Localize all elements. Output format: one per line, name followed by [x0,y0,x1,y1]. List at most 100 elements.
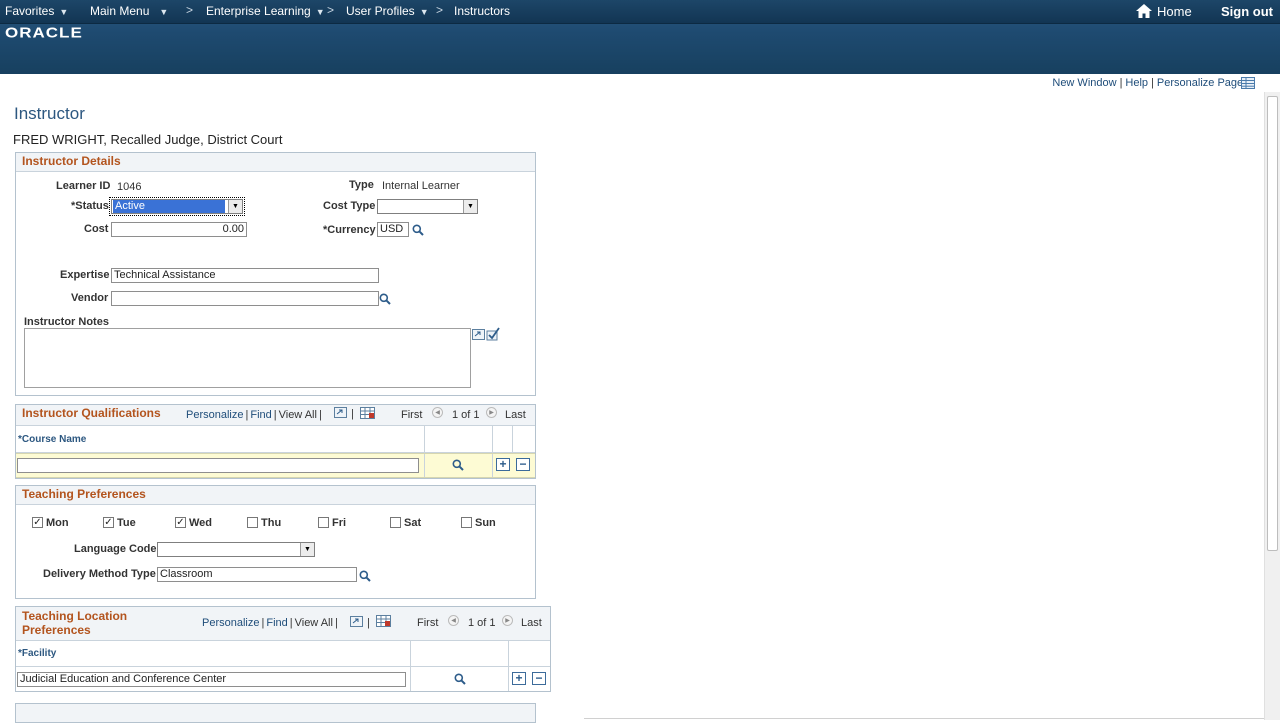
chevron-down-icon: ▼ [419,7,429,17]
last-link[interactable]: Last [505,409,526,421]
row-range: 1 of 1 [468,617,496,629]
chevron-down-icon: ▼ [159,7,169,17]
delivery-method-lookup-icon[interactable] [359,570,371,582]
wed-checkbox[interactable]: ✓ [175,517,186,528]
chevron-down-icon: ▼ [300,543,314,556]
instructor-name: FRED WRIGHT, Recalled Judge, District Co… [13,132,283,147]
breadcrumb-enterprise-learning[interactable]: Enterprise Learning ▼ [206,4,325,18]
divider [584,718,1264,719]
vendor-input[interactable] [111,291,379,306]
breadcrumb-user-profiles[interactable]: User Profiles ▼ [346,4,429,18]
personalize-page-link[interactable]: Personalize Page [1157,77,1243,89]
instructor-notes-textarea[interactable] [24,328,471,388]
find-link[interactable]: Find [250,409,271,421]
sat-label: Sat [404,517,422,529]
zoom-grid-icon[interactable] [334,407,347,418]
tue-label: Tue [117,517,136,529]
teaching-location-grid: Teaching Location Preferences Personalize… [15,606,551,692]
breadcrumb-separator: > [436,3,444,17]
tue-checkbox[interactable]: ✓ [103,517,114,528]
top-nav-bar: Favorites ▼ Main Menu ▼ > Enterprise Learn… [0,0,1280,24]
language-code-select[interactable]: ▼ [157,542,315,557]
language-code-selected-value [159,543,161,556]
currency-lookup-icon[interactable] [412,224,424,236]
table-row: Judicial Education and Conference Center… [16,667,550,691]
breadcrumb-instructors[interactable]: Instructors [454,4,510,18]
personalize-link[interactable]: Personalize [186,409,243,421]
grid-tools: Personalize | Find | View All | [202,617,338,629]
fri-checkbox[interactable] [318,517,329,528]
thu-checkbox[interactable] [247,517,258,528]
page-grid-icon[interactable] [1241,77,1255,89]
status-selected-value: Active [113,200,225,213]
learner-id-value: 1046 [117,181,142,193]
grid-column-header-row: *Course Name [16,426,535,453]
previous-row-icon[interactable]: ◀ [448,615,459,626]
favorites-menu[interactable]: Favorites ▼ [5,4,68,18]
vendor-lookup-icon[interactable] [379,293,391,305]
section-title: Instructor Details [22,154,121,168]
delete-row-button[interactable]: − [532,672,546,685]
spell-check-icon[interactable] [486,327,501,341]
help-link[interactable]: Help [1125,77,1148,89]
next-row-icon[interactable]: ▶ [502,615,513,626]
add-row-button[interactable]: + [512,672,526,685]
page-links: New Window|Help|Personalize Page| [1052,77,1249,89]
chevron-down-icon: ▼ [463,200,477,213]
next-row-icon[interactable]: ▶ [486,407,497,418]
breadcrumb-separator: > [186,3,194,17]
expertise-label: Expertise [60,269,110,281]
status-select[interactable]: Active ▼ [109,197,245,216]
sat-checkbox[interactable] [390,517,401,528]
app-header: Favorites ▼ Main Menu ▼ > Enterprise Learn… [0,0,1280,74]
download-to-excel-icon[interactable] [376,615,391,627]
download-to-excel-icon[interactable] [360,407,375,419]
first-link[interactable]: First [401,409,422,421]
first-link[interactable]: First [417,617,438,629]
row-range: 1 of 1 [452,409,480,421]
personalize-link[interactable]: Personalize [202,617,259,629]
delivery-method-input[interactable]: Classroom [157,567,357,582]
previous-row-icon[interactable]: ◀ [432,407,443,418]
section-header: Teaching Preferences [16,486,535,505]
oracle-logo: ORACLE [5,24,83,41]
chevron-down-icon: ▼ [59,7,69,17]
mon-checkbox[interactable]: ✓ [32,517,43,528]
currency-input[interactable]: USD [377,222,409,237]
home-link[interactable]: Home [1136,4,1192,19]
mon-label: Mon [46,517,69,529]
delivery-method-label: Delivery Method Type [43,568,156,580]
breadcrumb-separator: > [327,3,335,17]
cost-input[interactable]: 0.00 [111,222,247,237]
view-all-link[interactable]: View All [279,409,317,421]
teaching-preferences-section: Teaching Preferences ✓ Mon ✓ Tue ✓ Wed T… [15,485,536,599]
find-link[interactable]: Find [266,617,287,629]
instructor-details-section: Instructor Details Learner ID 1046 Type … [15,152,536,396]
grid-title: Teaching Location Preferences [22,609,128,637]
sign-out-link[interactable]: Sign out [1221,4,1273,19]
page-scrollbar[interactable] [1264,92,1280,720]
new-window-link[interactable]: New Window [1052,77,1116,89]
add-row-button[interactable]: + [496,458,510,471]
expand-textarea-icon[interactable] [472,329,485,340]
section-header: Instructor Details [16,153,535,172]
scrollbar-thumb[interactable] [1267,96,1278,551]
cost-label: Cost [84,223,109,235]
home-icon [1136,4,1152,18]
delete-row-button[interactable]: − [516,458,530,471]
grid-tools: Personalize | Find | View All | [186,409,322,421]
grid-column-header-row: *Facility [16,641,550,667]
last-link[interactable]: Last [521,617,542,629]
zoom-grid-icon[interactable] [350,616,363,627]
cost-type-select[interactable]: ▼ [377,199,478,214]
sun-checkbox[interactable] [461,517,472,528]
view-all-link[interactable]: View All [295,617,333,629]
main-menu[interactable]: Main Menu ▼ [90,4,168,18]
vendor-label: Vendor [71,292,109,304]
type-label: Type [349,179,374,191]
section-title: Teaching Preferences [22,487,146,501]
grid-title: Instructor Qualifications [22,406,161,420]
currency-label: *Currency [323,224,376,236]
thu-label: Thu [261,517,282,529]
expertise-input[interactable]: Technical Assistance [111,268,379,283]
